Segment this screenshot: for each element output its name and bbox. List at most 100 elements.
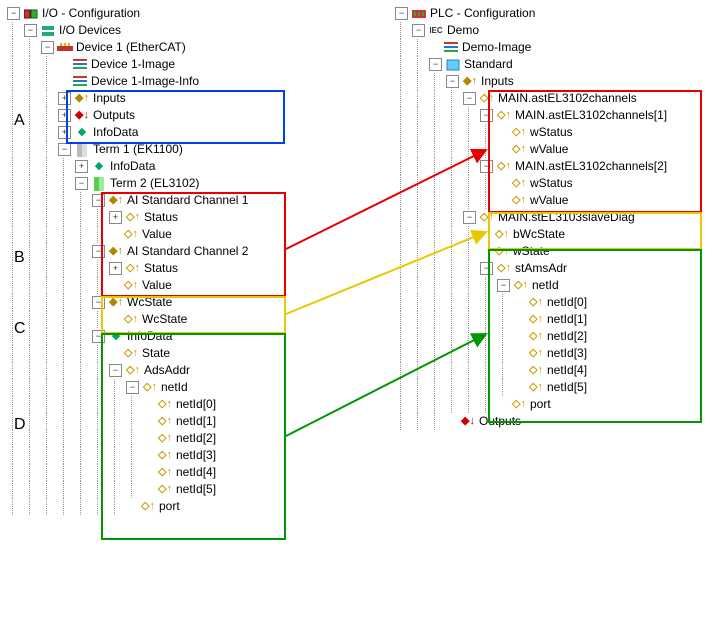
- io-netid0[interactable]: ◇↑ netId[0]: [7, 396, 337, 413]
- plc-main-channels[interactable]: − ◇↑ MAIN.astEL3102channels: [395, 90, 720, 107]
- expander-plus-icon[interactable]: +: [109, 262, 122, 275]
- io-inputs[interactable]: + ◆↑ Inputs: [7, 90, 337, 107]
- expander-minus-icon[interactable]: −: [463, 92, 476, 105]
- outputs-icon: ◆↓: [74, 108, 90, 124]
- label: Device 1-Image: [91, 56, 175, 73]
- expander-minus-icon[interactable]: −: [126, 381, 139, 394]
- plc-ch1-wstatus[interactable]: ◇↑ wStatus: [395, 124, 720, 141]
- expander-minus-icon[interactable]: −: [395, 7, 408, 20]
- plc-netid1[interactable]: ◇↑ netId[1]: [395, 311, 720, 328]
- expander-minus-icon[interactable]: −: [58, 143, 71, 156]
- plc-demo[interactable]: − IEC Demo: [395, 22, 720, 39]
- leaf-icon: [514, 382, 525, 393]
- io-adsaddr[interactable]: − ◇↑ AdsAddr: [7, 362, 337, 379]
- io-netid2[interactable]: ◇↑ netId[2]: [7, 430, 337, 447]
- expander-minus-icon[interactable]: −: [412, 24, 425, 37]
- expander-plus-icon[interactable]: +: [75, 160, 88, 173]
- io-term2[interactable]: − Term 2 (EL3102): [7, 175, 337, 192]
- leaf-icon: [514, 314, 525, 325]
- label: netId[3]: [176, 447, 216, 464]
- io-netid4[interactable]: ◇↑ netId[4]: [7, 464, 337, 481]
- expander-minus-icon[interactable]: −: [92, 330, 105, 343]
- letter-d: D: [14, 416, 26, 434]
- io-term1-infodata[interactable]: + ◆ InfoData: [7, 158, 337, 175]
- label: PLC - Configuration: [430, 5, 535, 22]
- expander-minus-icon[interactable]: −: [92, 194, 105, 207]
- expander-minus-icon[interactable]: −: [7, 7, 20, 20]
- expander-minus-icon[interactable]: −: [75, 177, 88, 190]
- plc-main-ch2[interactable]: − ◇↑ MAIN.astEL3102channels[2]: [395, 158, 720, 175]
- io-ai-ch2[interactable]: − ◆↑ AI Standard Channel 2: [7, 243, 337, 260]
- plc-ch1-wvalue[interactable]: ◇↑ wValue: [395, 141, 720, 158]
- plc-port[interactable]: ◇↑ port: [395, 396, 720, 413]
- io-infodata2[interactable]: − ◆ InfoData: [7, 328, 337, 345]
- expander-minus-icon[interactable]: −: [92, 245, 105, 258]
- expander-minus-icon[interactable]: −: [463, 211, 476, 224]
- io-ai-ch1[interactable]: − ◆↑ AI Standard Channel 1: [7, 192, 337, 209]
- plc-slaveDiag[interactable]: − ◇↑ MAIN.stEL3103slaveDiag: [395, 209, 720, 226]
- io-ai-ch2-value[interactable]: ◇↑ Value: [7, 277, 337, 294]
- plc-inputs[interactable]: − ◆↑ Inputs: [395, 73, 720, 90]
- plc-netid0[interactable]: ◇↑ netId[0]: [395, 294, 720, 311]
- expander-plus-icon[interactable]: +: [58, 109, 71, 122]
- letter-a: A: [14, 112, 25, 130]
- plc-netid3[interactable]: ◇↑ netId[3]: [395, 345, 720, 362]
- plc-netid5[interactable]: ◇↑ netId[5]: [395, 379, 720, 396]
- label: Inputs: [93, 90, 126, 107]
- io-ai-ch1-status[interactable]: + ◇↑ Status: [7, 209, 337, 226]
- io-wcstate-parent[interactable]: − ◆↑ WcState: [7, 294, 337, 311]
- var-in-icon: ◇↑: [123, 278, 139, 294]
- expander-plus-icon[interactable]: +: [58, 126, 71, 139]
- letter-c: C: [14, 320, 26, 338]
- io-netid1[interactable]: ◇↑ netId[1]: [7, 413, 337, 430]
- expander-minus-icon[interactable]: −: [480, 160, 493, 173]
- expander-minus-icon[interactable]: −: [480, 262, 493, 275]
- io-ai-ch1-value[interactable]: ◇↑ Value: [7, 226, 337, 243]
- expander-minus-icon[interactable]: −: [92, 296, 105, 309]
- io-netid3[interactable]: ◇↑ netId[3]: [7, 447, 337, 464]
- plc-demo-image[interactable]: Demo-Image: [395, 39, 720, 56]
- plc-ch2-wvalue[interactable]: ◇↑ wValue: [395, 192, 720, 209]
- plc-netid[interactable]: − ◇↑ netId: [395, 277, 720, 294]
- plc-stAmsAdr[interactable]: − ◇↑ stAmsAdr: [395, 260, 720, 277]
- expander-minus-icon[interactable]: −: [41, 41, 54, 54]
- plc-netid4[interactable]: ◇↑ netId[4]: [395, 362, 720, 379]
- label: State: [142, 345, 170, 362]
- io-port[interactable]: ◇↑ port: [7, 498, 337, 515]
- expander-minus-icon[interactable]: −: [109, 364, 122, 377]
- plc-ch2-wstatus[interactable]: ◇↑ wStatus: [395, 175, 720, 192]
- plc-main-ch1[interactable]: − ◇↑ MAIN.astEL3102channels[1]: [395, 107, 720, 124]
- expander-minus-icon[interactable]: −: [429, 58, 442, 71]
- plc-bWcState[interactable]: ◇↑ bWcState: [395, 226, 720, 243]
- io-ai-ch2-status[interactable]: + ◇↑ Status: [7, 260, 337, 277]
- var-in-icon: ◇↑: [157, 414, 173, 430]
- expander-minus-icon[interactable]: −: [24, 24, 37, 37]
- io-root[interactable]: − I/O - Configuration: [7, 5, 337, 22]
- plc-outputs[interactable]: ◆↓ Outputs: [395, 413, 720, 430]
- plc-root[interactable]: − PLC - Configuration: [395, 5, 720, 22]
- label: Standard: [464, 56, 513, 73]
- io-infodata[interactable]: + ◆ InfoData: [7, 124, 337, 141]
- plc-netid2[interactable]: ◇↑ netId[2]: [395, 328, 720, 345]
- io-devices[interactable]: − I/O Devices: [7, 22, 337, 39]
- expander-plus-icon[interactable]: +: [58, 92, 71, 105]
- io-state[interactable]: ◇↑ State: [7, 345, 337, 362]
- io-netid[interactable]: − ◇↑ netId: [7, 379, 337, 396]
- leaf-icon: [497, 178, 508, 189]
- label: InfoData: [93, 124, 138, 141]
- io-device1[interactable]: − Device 1 (EtherCAT): [7, 39, 337, 56]
- expander-minus-icon[interactable]: −: [497, 279, 510, 292]
- io-wcstate[interactable]: ◇↑ WcState: [7, 311, 337, 328]
- plc-standard[interactable]: − Standard: [395, 56, 720, 73]
- io-outputs[interactable]: + ◆↓ Outputs: [7, 107, 337, 124]
- expander-plus-icon[interactable]: +: [109, 211, 122, 224]
- io-term1[interactable]: − Term 1 (EK1100): [7, 141, 337, 158]
- label: netId[1]: [547, 311, 587, 328]
- plc-wState[interactable]: ◇↑ wState: [395, 243, 720, 260]
- expander-minus-icon[interactable]: −: [480, 109, 493, 122]
- io-netid5[interactable]: ◇↑ netId[5]: [7, 481, 337, 498]
- io-device1-image-info[interactable]: Device 1-Image-Info: [7, 73, 337, 90]
- struct-in-icon: ◇↑: [125, 363, 141, 379]
- expander-minus-icon[interactable]: −: [446, 75, 459, 88]
- io-device1-image[interactable]: Device 1-Image: [7, 56, 337, 73]
